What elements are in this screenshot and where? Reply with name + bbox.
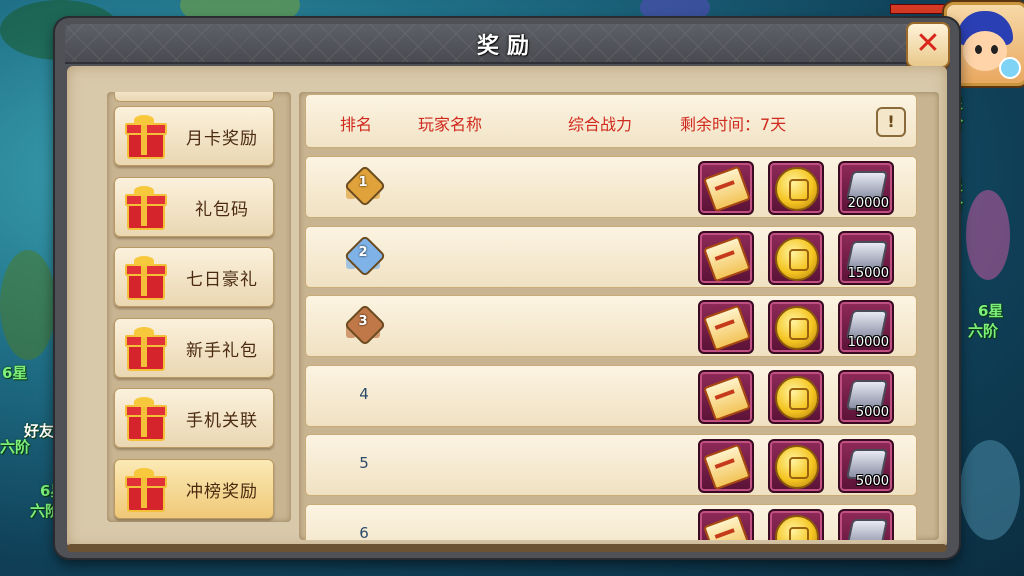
bg-label-friend: 好友 <box>24 422 55 440</box>
reward-gem[interactable]: 5000 <box>838 369 894 424</box>
ranking-list: 排名 玩家名称 综合战力 剩余时间：7天 ! 1 20000 2 15000 3 1000… <box>299 92 939 540</box>
header-rank: 排名 <box>340 115 373 134</box>
close-button[interactable]: ✕ <box>906 22 950 68</box>
sidebar-item-label: 礼包码 <box>195 199 249 220</box>
header-player-name: 玩家名称 <box>418 115 483 134</box>
reward-amount: 15000 <box>847 265 889 281</box>
window-title: 奖励 <box>476 34 537 59</box>
gold-coin-icon <box>775 236 819 281</box>
avatar-eye <box>975 45 982 54</box>
reward-gem[interactable]: 15000 <box>838 230 894 285</box>
gift-icon <box>125 115 167 159</box>
sidebar-item-label: 月卡奖励 <box>186 129 258 149</box>
gift-icon <box>125 326 167 371</box>
ranking-row: 3 10000 <box>305 295 917 357</box>
gift-icon <box>125 397 167 441</box>
background-character <box>960 440 1020 540</box>
rank-medal-icon: 2 <box>343 234 387 277</box>
reward-coin[interactable] <box>768 439 824 493</box>
sidebar-item-0[interactable]: 月卡奖励 <box>114 106 274 166</box>
sidebar-item-label: 手机关联 <box>186 411 258 431</box>
close-icon: ✕ <box>915 26 941 61</box>
bg-label: 6星 <box>2 364 28 382</box>
reward-coin[interactable] <box>768 300 824 354</box>
sidebar-item-label: 冲榜奖励 <box>186 481 258 502</box>
header-power: 综合战力 <box>568 115 633 134</box>
avatar-eye <box>991 45 998 54</box>
reward-scroll[interactable] <box>698 161 754 215</box>
sidebar-item-4[interactable]: 手机关联 <box>114 388 274 448</box>
scroll-icon <box>702 304 752 352</box>
scroll-icon <box>702 374 752 421</box>
ranking-row: 4 5000 <box>305 364 917 427</box>
header-time-left: 剩余时间：7天 <box>680 115 787 134</box>
ranking-row: 6 <box>305 503 917 541</box>
gold-coin-icon <box>775 306 819 350</box>
ranking-row: 5 5000 <box>305 434 917 496</box>
reward-window: 奖励 ✕ 月卡奖励礼包码七日豪礼新手礼包手机关联冲榜奖励 排名 玩家名称 综合战… <box>55 18 959 558</box>
sidebar-item-hidden[interactable] <box>114 92 274 102</box>
scroll-icon <box>702 235 752 282</box>
reward-coin[interactable] <box>768 369 824 424</box>
bg-label: 6星 <box>978 302 1004 320</box>
rank-medal-icon: 1 <box>343 164 387 208</box>
sidebar-item-2[interactable]: 七日豪礼 <box>114 247 274 307</box>
reward-scroll[interactable] <box>698 439 754 493</box>
gift-icon <box>125 467 167 512</box>
avatar-badge-icon <box>999 57 1021 79</box>
rank-number: 2 <box>358 244 368 260</box>
reward-gem[interactable]: 10000 <box>838 300 894 354</box>
reward-gem[interactable] <box>838 508 894 540</box>
rank-number: 5 <box>359 454 369 472</box>
reward-coin[interactable] <box>768 508 824 540</box>
reward-amount: 20000 <box>847 196 889 211</box>
background-character <box>0 250 56 360</box>
content-panel: 月卡奖励礼包码七日豪礼新手礼包手机关联冲榜奖励 排名 玩家名称 综合战力 剩余时… <box>67 66 947 552</box>
gold-coin-icon <box>775 445 819 489</box>
rank-number: 6 <box>359 523 369 541</box>
reward-scroll[interactable] <box>698 508 754 540</box>
reward-scroll[interactable] <box>698 230 754 285</box>
reward-amount: 5000 <box>855 404 889 420</box>
hp-bar <box>890 4 948 14</box>
reward-scroll[interactable] <box>698 300 754 354</box>
sidebar-item-5[interactable]: 冲榜奖励 <box>114 458 274 519</box>
scroll-icon <box>702 443 752 491</box>
gift-icon <box>125 256 167 300</box>
rank-number: 3 <box>358 314 368 329</box>
bg-label: 六阶 <box>968 322 999 340</box>
rank-number: 4 <box>359 384 369 403</box>
reward-coin[interactable] <box>768 161 824 215</box>
reward-gem[interactable]: 5000 <box>838 439 894 493</box>
rank-medal-icon: 3 <box>343 303 387 347</box>
sidebar-item-label: 七日豪礼 <box>186 270 258 290</box>
ranking-row: 2 15000 <box>305 225 917 288</box>
scroll-rod <box>67 544 947 552</box>
reward-amount: 5000 <box>855 474 889 489</box>
reward-coin[interactable] <box>768 230 824 285</box>
reward-amount: 10000 <box>847 335 889 350</box>
ranking-header: 排名 玩家名称 综合战力 剩余时间：7天 ! <box>305 94 917 148</box>
gold-coin-icon <box>775 167 819 211</box>
sidebar-item-label: 新手礼包 <box>186 340 258 361</box>
sidebar-item-1[interactable]: 礼包码 <box>114 176 274 237</box>
rank-number: 1 <box>358 175 368 190</box>
gold-coin-icon <box>775 514 819 540</box>
gem-icon <box>845 518 889 540</box>
sidebar-item-3[interactable]: 新手礼包 <box>114 317 274 378</box>
window-titlebar: 奖励 ✕ <box>65 22 950 68</box>
ranking-row: 1 20000 <box>305 156 917 218</box>
background-character <box>966 190 1010 280</box>
gift-icon <box>125 185 167 230</box>
scroll-icon <box>702 165 752 213</box>
gold-coin-icon <box>775 375 819 420</box>
reward-sidebar: 月卡奖励礼包码七日豪礼新手礼包手机关联冲榜奖励 <box>107 92 291 522</box>
scroll-icon <box>702 513 752 540</box>
info-icon[interactable]: ! <box>876 107 906 137</box>
reward-scroll[interactable] <box>698 369 754 424</box>
reward-gem[interactable]: 20000 <box>838 161 894 215</box>
